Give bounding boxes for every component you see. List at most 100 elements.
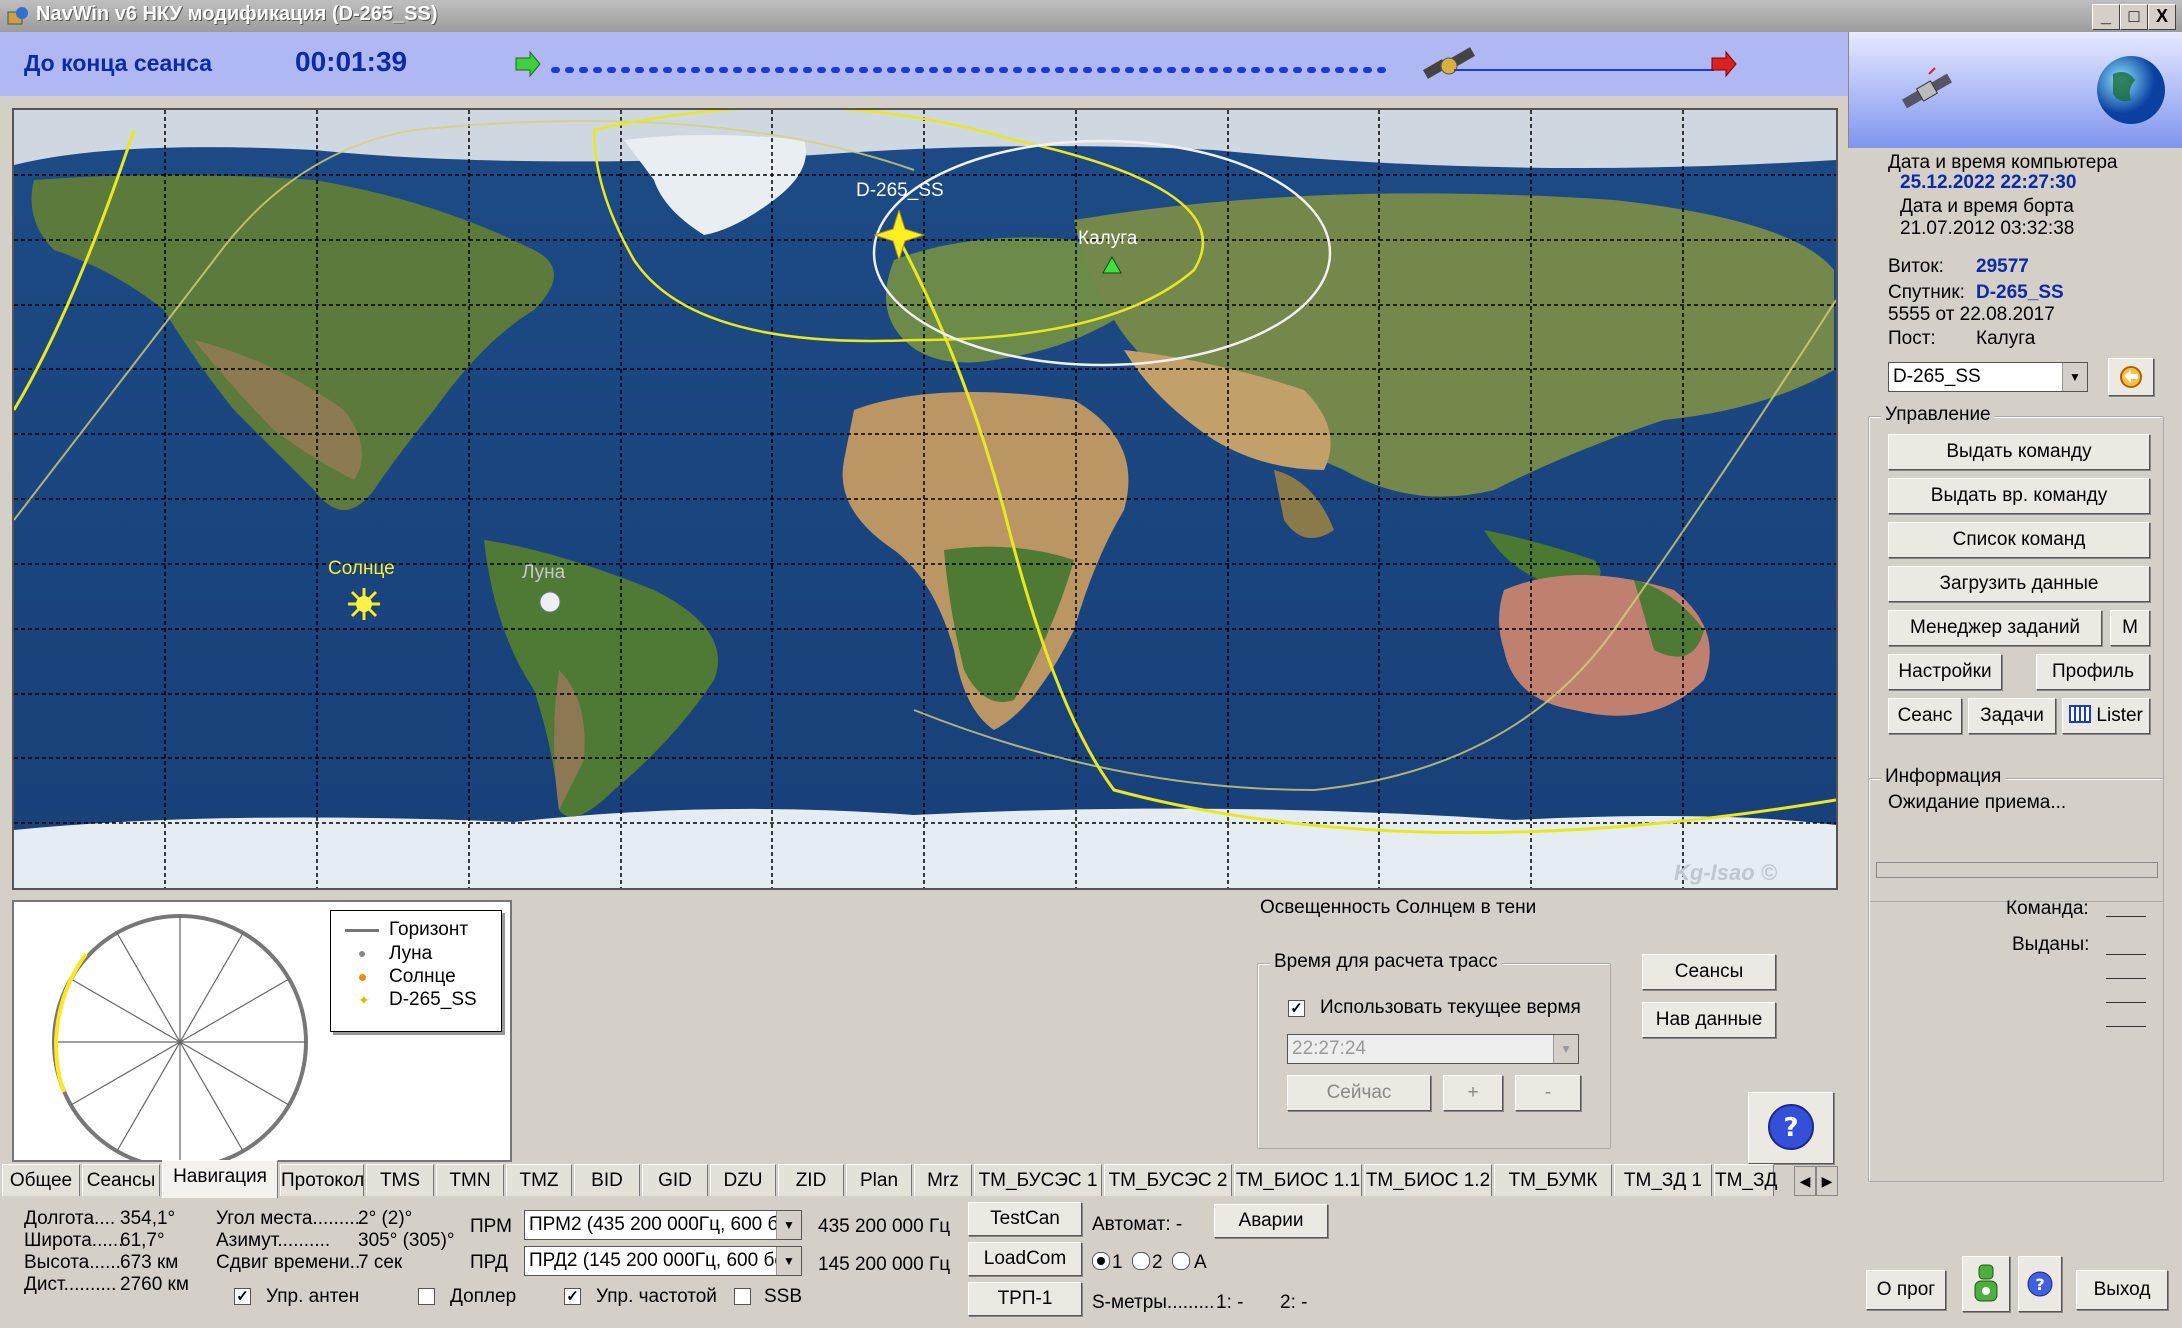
loadcom-button[interactable]: LoadCom xyxy=(968,1242,1082,1276)
refresh-icon xyxy=(2120,366,2142,388)
tab-5[interactable]: TMN xyxy=(436,1164,504,1196)
issue-command-button[interactable]: Выдать команду xyxy=(1888,434,2150,470)
doppler-checkbox[interactable] xyxy=(418,1288,435,1305)
antenna-control-checkbox[interactable]: ✓ xyxy=(234,1288,251,1305)
tab-11[interactable]: Plan xyxy=(846,1164,912,1196)
chevron-down-icon[interactable]: ▼ xyxy=(776,1247,801,1275)
sky-plot: Горизонт Луна Солнце ✦ D-265_SS xyxy=(12,900,512,1162)
tab-1[interactable]: Сеансы xyxy=(82,1164,160,1196)
tab-7[interactable]: BID xyxy=(574,1164,640,1196)
exit-button[interactable]: Выход xyxy=(2076,1270,2168,1310)
tasks-button[interactable]: Задачи xyxy=(1968,698,2056,734)
time-minus-button[interactable]: - xyxy=(1515,1075,1581,1111)
maximize-button[interactable]: □ xyxy=(2120,4,2148,30)
ssb-checkbox[interactable] xyxy=(734,1288,751,1305)
chevron-down-icon[interactable]: ▼ xyxy=(1553,1035,1578,1063)
prm-select[interactable]: ПРМ2 (435 200 000Гц, 600 бод) ▼ xyxy=(524,1210,802,1240)
ground-station-icon[interactable] xyxy=(1102,255,1122,280)
radio-2[interactable] xyxy=(1132,1252,1150,1270)
right-header xyxy=(1848,32,2182,148)
task-manager-button[interactable]: Менеджер заданий xyxy=(1888,610,2102,646)
prm-label: ПРМ xyxy=(470,1216,512,1237)
info-group: Информация xyxy=(1868,766,2164,1182)
trp-button[interactable]: ТРП-1 xyxy=(968,1282,1082,1316)
load-data-button[interactable]: Загрузить данные xyxy=(1888,566,2150,602)
issue-timed-command-button[interactable]: Выдать вр. команду xyxy=(1888,478,2150,514)
post-value: Калуга xyxy=(1976,328,2036,349)
m-button[interactable]: M xyxy=(2110,610,2150,646)
smeter-2: 2: - xyxy=(1280,1292,1308,1313)
chevron-down-icon[interactable]: ▼ xyxy=(776,1211,801,1239)
prd-label: ПРД xyxy=(470,1252,508,1273)
tab-14[interactable]: ТМ_БУСЭС 2 xyxy=(1104,1164,1232,1196)
tab-4[interactable]: TMS xyxy=(366,1164,434,1196)
settings-button[interactable]: Настройки xyxy=(1888,654,2002,690)
tab-12[interactable]: Mrz xyxy=(914,1164,972,1196)
tab-19[interactable]: ТМ_ЗД xyxy=(1714,1164,1777,1196)
prd-select-value: ПРД2 (145 200 000Гц, 600 бод) xyxy=(529,1250,802,1271)
tab-6[interactable]: TMZ xyxy=(506,1164,572,1196)
command-list-button[interactable]: Список команд xyxy=(1888,522,2150,558)
help-button[interactable]: ? xyxy=(1748,1092,1834,1164)
chevron-down-icon[interactable]: ▼ xyxy=(2062,363,2087,391)
status-icon-button[interactable] xyxy=(1962,1256,2010,1312)
world-map[interactable]: D-265_SS Калуга Солнце Луна Kg-Isao © xyxy=(12,108,1838,890)
radio-1[interactable] xyxy=(1092,1252,1110,1270)
minimize-button[interactable]: _ xyxy=(2092,4,2120,30)
time-plus-button[interactable]: + xyxy=(1443,1075,1503,1111)
tab-9[interactable]: DZU xyxy=(710,1164,776,1196)
tab-16[interactable]: ТМ_БИОС 1.2 xyxy=(1364,1164,1492,1196)
trace-time-input[interactable]: 22:27:24 ▼ xyxy=(1287,1034,1579,1064)
start-arrow-icon xyxy=(515,50,541,78)
info-icon-button[interactable]: ? xyxy=(2018,1256,2062,1312)
post-label: Пост: xyxy=(1888,328,1936,349)
satellite-select-value: D-265_SS xyxy=(1893,366,1981,387)
ssb-label: SSB xyxy=(764,1286,803,1307)
tab-scroll-right[interactable]: ▶ xyxy=(1816,1166,1838,1196)
trace-time-value: 22:27:24 xyxy=(1292,1038,1366,1059)
tab-8[interactable]: GID xyxy=(642,1164,708,1196)
tab-0[interactable]: Общее xyxy=(2,1164,80,1196)
use-current-time-checkbox[interactable]: ✓ xyxy=(1288,1000,1305,1017)
shift-label: Сдвиг времени.. xyxy=(216,1252,361,1273)
about-button[interactable]: О прог xyxy=(1866,1270,1946,1310)
tle-info: 5555 от 22.08.2017 xyxy=(1888,304,2055,325)
nav-panel: Долгота.... 354,1° Широта...... 61,7° Вы… xyxy=(0,1196,1848,1328)
testcan-button[interactable]: TestCan xyxy=(968,1202,1082,1236)
tab-scroll-left[interactable]: ◀ xyxy=(1794,1166,1816,1196)
freq-control-checkbox[interactable]: ✓ xyxy=(564,1288,581,1305)
lister-button[interactable]: Lister xyxy=(2062,698,2150,734)
alt-value: 673 км xyxy=(120,1252,179,1273)
az-label: Азимут.......... xyxy=(216,1230,331,1251)
satellite-select[interactable]: D-265_SS ▼ xyxy=(1888,362,2088,392)
legend-moon: Луна xyxy=(389,943,433,964)
alarms-button[interactable]: Аварии xyxy=(1214,1204,1328,1238)
tab-2[interactable]: Навигация xyxy=(162,1160,278,1198)
right-panel: Дата и время компьютера 25.12.2022 22:27… xyxy=(1848,148,2182,1328)
nav-data-button[interactable]: Нав данные xyxy=(1642,1002,1776,1038)
elev-value: 2° (2)° xyxy=(358,1208,413,1229)
lat-label: Широта...... xyxy=(24,1230,124,1251)
sessions-button[interactable]: Сеансы xyxy=(1642,954,1776,990)
tab-18[interactable]: ТМ_ЗД 1 xyxy=(1614,1164,1712,1196)
tab-3[interactable]: Протокол xyxy=(280,1164,364,1196)
auto-label: Автомат: - xyxy=(1092,1214,1183,1235)
tab-10[interactable]: ZID xyxy=(778,1164,844,1196)
dist-value: 2760 км xyxy=(120,1274,189,1295)
control-caption: Управление xyxy=(1881,404,1995,426)
radio-a[interactable] xyxy=(1172,1252,1190,1270)
prd-select[interactable]: ПРД2 (145 200 000Гц, 600 бод) ▼ xyxy=(524,1246,802,1276)
profile-button[interactable]: Профиль xyxy=(2036,654,2150,690)
tab-13[interactable]: ТМ_БУСЭС 1 xyxy=(974,1164,1102,1196)
globe-icon xyxy=(2093,52,2169,134)
shift-value: 7 сек xyxy=(358,1252,403,1273)
close-button[interactable]: X xyxy=(2148,4,2176,30)
satellite-marker-icon[interactable] xyxy=(872,208,926,266)
lat-value: 61,7° xyxy=(120,1230,165,1251)
now-button[interactable]: Сейчас xyxy=(1287,1075,1431,1111)
tab-17[interactable]: ТМ_БУМК xyxy=(1494,1164,1612,1196)
refresh-button[interactable] xyxy=(2108,358,2154,396)
tab-15[interactable]: ТМ_БИОС 1.1 xyxy=(1234,1164,1362,1196)
session-button[interactable]: Сеанс xyxy=(1888,698,1962,734)
trace-time-caption: Время для расчета трасс xyxy=(1270,951,1502,973)
